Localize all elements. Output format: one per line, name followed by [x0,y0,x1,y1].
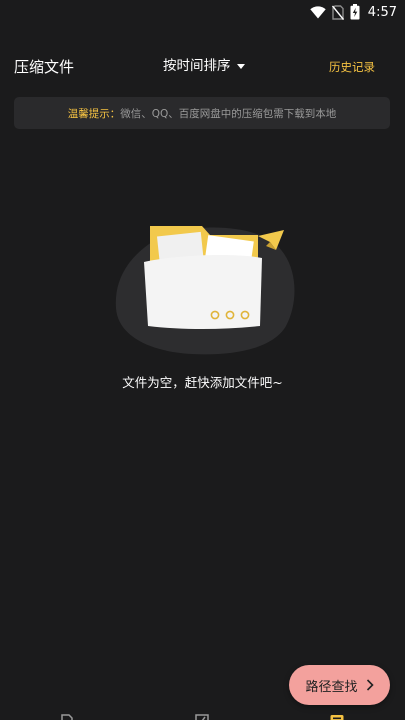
wifi-icon [310,5,326,18]
file-tab-icon[interactable] [60,714,74,720]
history-button[interactable]: 历史记录 [329,58,375,76]
chevron-right-icon [366,679,374,691]
tip-text: 微信、QQ、百度网盘中的压缩包需下载到本地 [120,107,337,120]
no-sim-icon [331,4,344,20]
caret-down-icon [236,63,245,69]
path-search-label: 路径查找 [305,679,358,695]
header: 压缩文件 按时间排序 历史记录 [0,50,405,84]
empty-message: 文件为空，赶快添加文件吧~ [122,375,283,390]
tip-banner: 温馨提示： 微信、QQ、百度网盘中的压缩包需下载到本地 [14,97,390,129]
status-icons: 4:57 [310,3,397,21]
status-time: 4:57 [367,4,397,20]
archive-tab-icon[interactable] [330,714,344,720]
battery-charging-icon [350,4,360,20]
sort-label: 按时间排序 [163,58,231,74]
status-bar: 4:57 [0,0,405,24]
bottom-nav [0,708,405,720]
sort-dropdown[interactable]: 按时间排序 [163,56,245,76]
edit-tab-icon[interactable] [195,714,209,720]
tip-prefix: 温馨提示： [67,107,121,120]
page-title: 压缩文件 [14,58,75,76]
path-search-button[interactable]: 路径查找 [289,665,390,705]
empty-folder-icon [110,218,300,358]
